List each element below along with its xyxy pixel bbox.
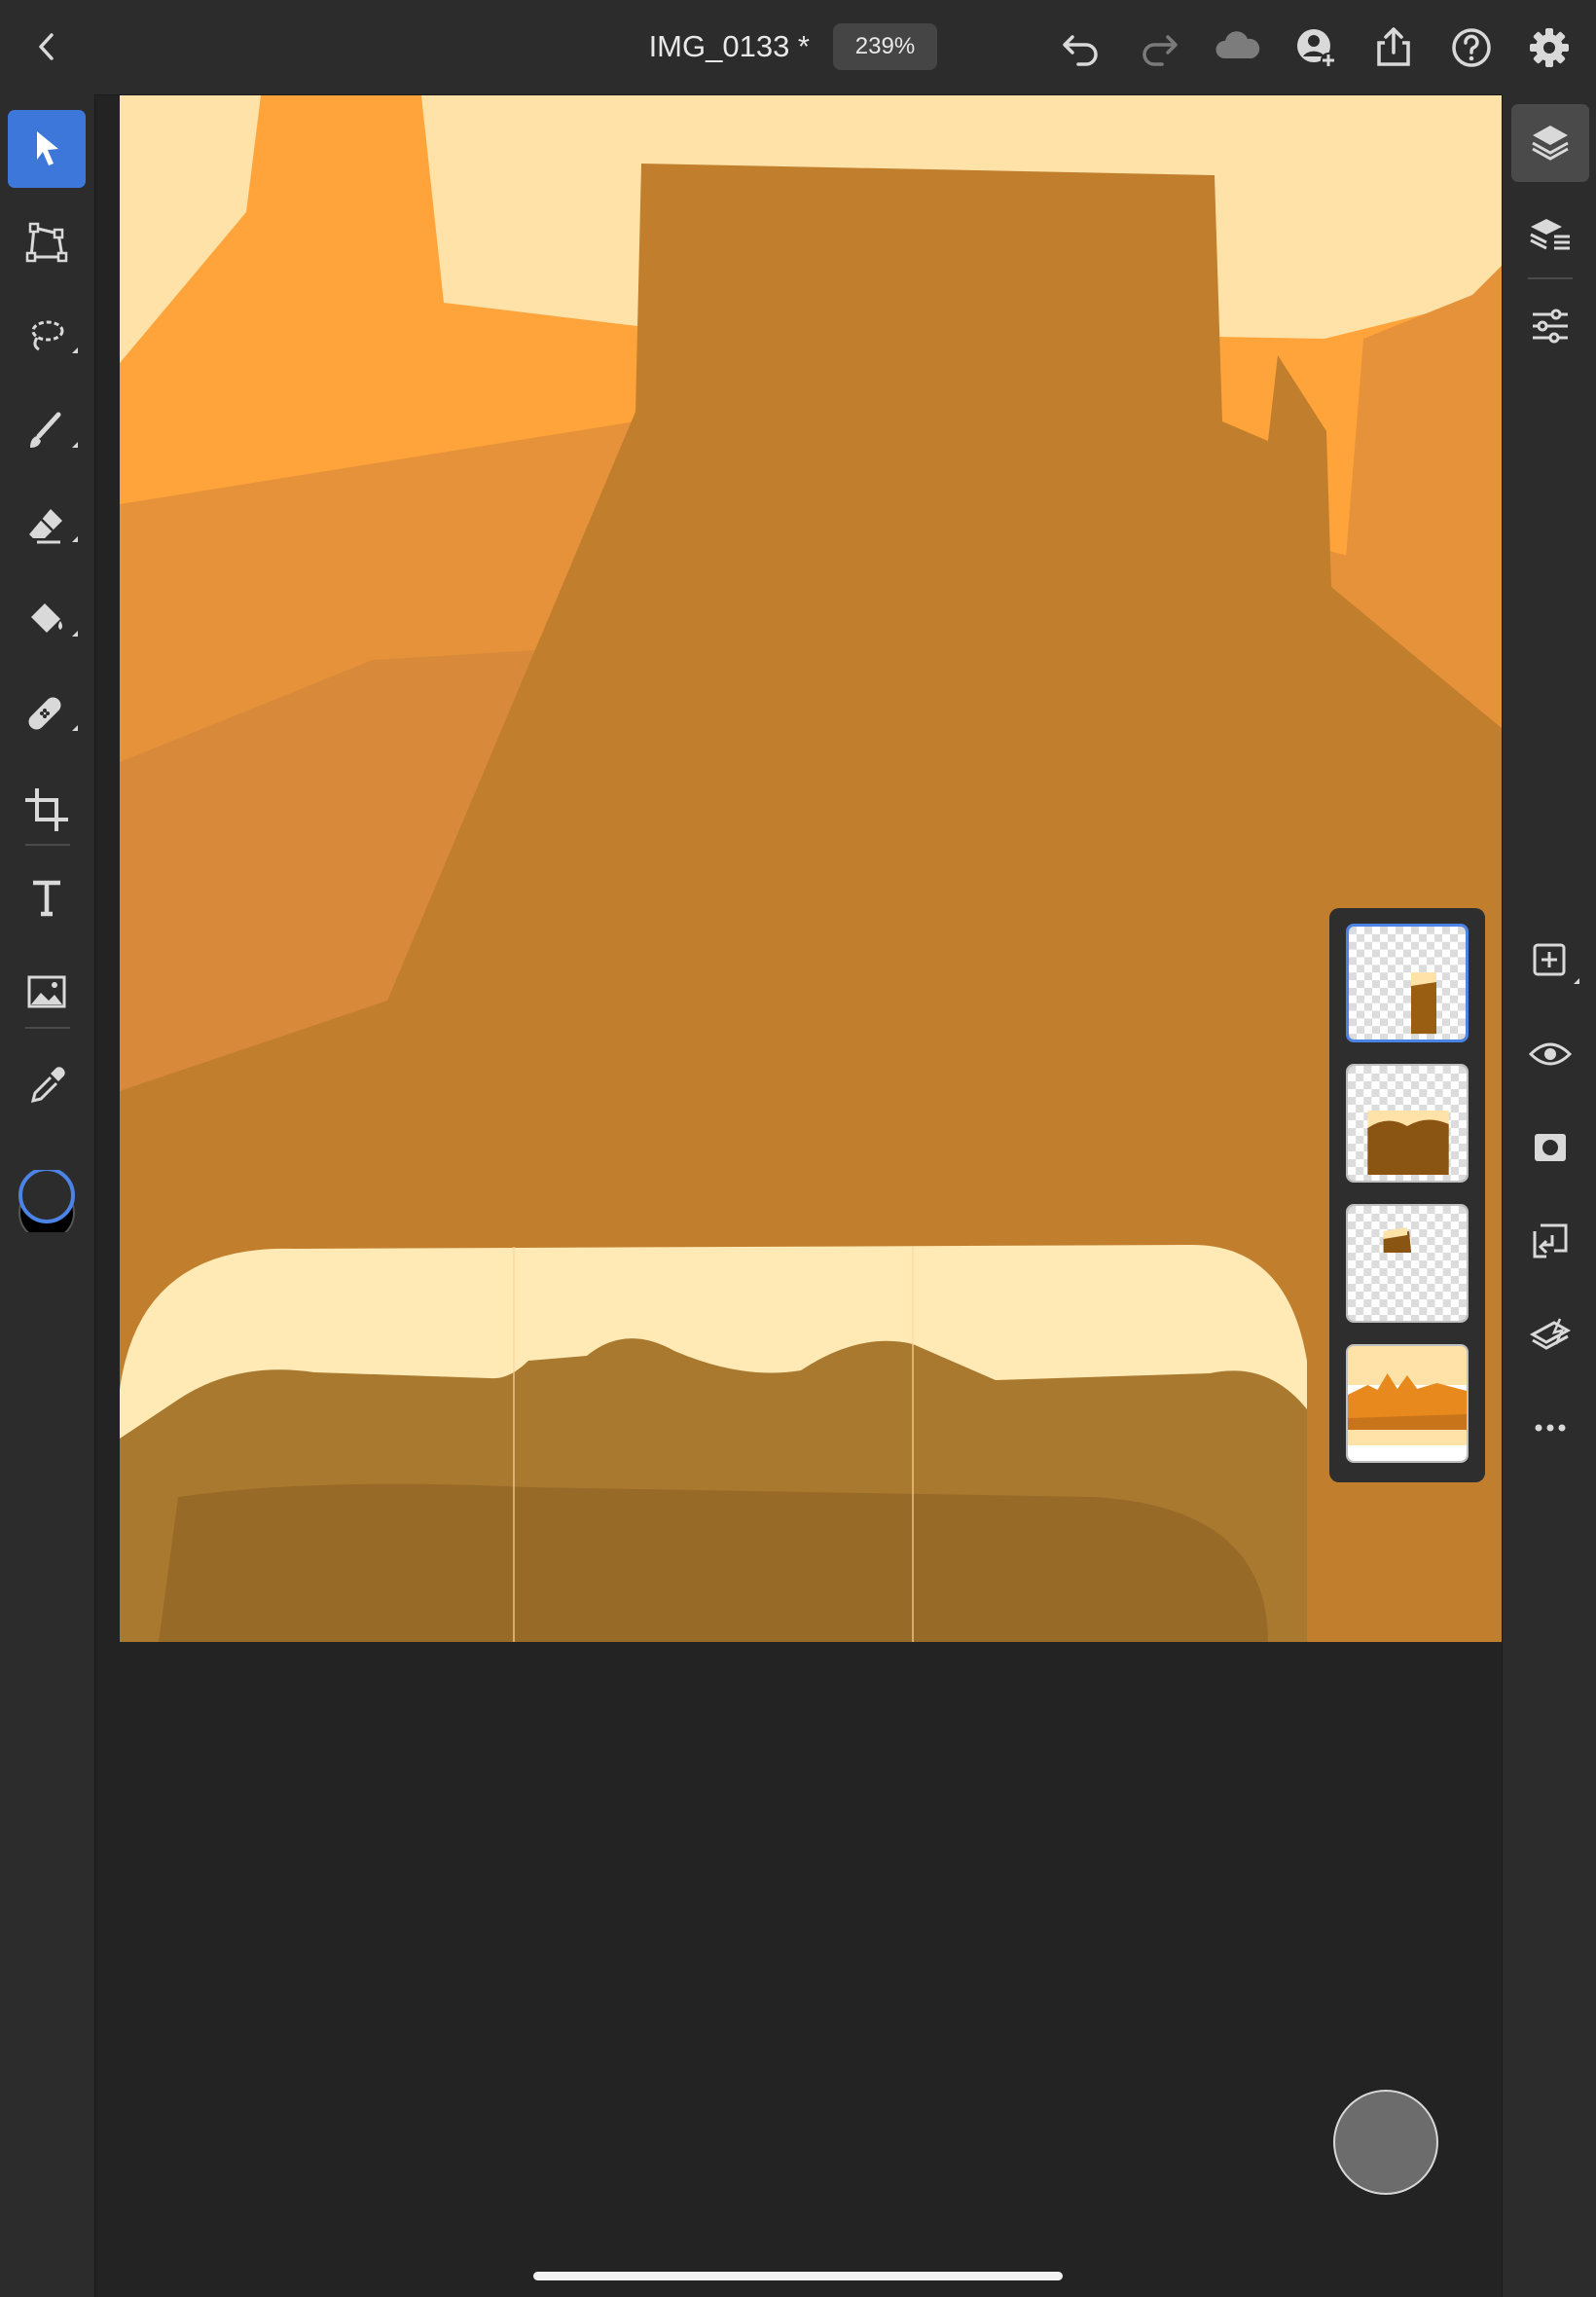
place-image-icon[interactable] — [8, 954, 86, 1032]
help-icon[interactable] — [1445, 21, 1498, 74]
settings-gear-icon[interactable] — [1523, 21, 1576, 74]
layer-thumbnail[interactable] — [1346, 1204, 1469, 1323]
undo-icon[interactable] — [1055, 21, 1107, 74]
artboard-canvas[interactable] — [120, 95, 1502, 1642]
visibility-eye-icon[interactable] — [1511, 1015, 1589, 1093]
title-area: IMG_0133 * — [0, 0, 1596, 94]
quick-action-button[interactable] — [1333, 2090, 1438, 2195]
layer-effects-icon[interactable] — [1511, 1295, 1589, 1373]
more-options-icon[interactable] — [1511, 1389, 1589, 1467]
toolbar-divider — [25, 844, 70, 846]
toolbar-divider — [25, 1027, 70, 1029]
type-tool-icon[interactable] — [8, 859, 86, 937]
clipping-mask-icon[interactable] — [1511, 1202, 1589, 1280]
back-icon[interactable] — [25, 25, 68, 68]
layers-strip — [1329, 908, 1485, 1482]
brush-tool-icon[interactable] — [8, 393, 86, 471]
layer-thumbnail[interactable] — [1346, 1344, 1469, 1463]
paint-bucket-icon[interactable] — [8, 582, 86, 660]
healing-brush-icon[interactable] — [8, 676, 86, 754]
zoom-level[interactable]: 239% — [833, 23, 937, 70]
right-toolbar — [1502, 94, 1596, 2297]
layer-thumbnail[interactable] — [1346, 924, 1469, 1042]
select-tool-icon[interactable] — [8, 110, 86, 188]
invite-user-icon[interactable] — [1289, 21, 1342, 74]
add-layer-icon[interactable] — [1511, 922, 1589, 1000]
layer-thumbnail[interactable] — [1346, 1064, 1469, 1183]
left-toolbar — [0, 94, 95, 2297]
crop-icon[interactable] — [8, 771, 86, 849]
document-name[interactable]: IMG_0133 * — [649, 29, 810, 64]
color-swatches[interactable] — [16, 1167, 78, 1241]
eyedropper-icon[interactable] — [8, 1046, 86, 1124]
top-toolbar: IMG_0133 * 239% — [0, 0, 1596, 95]
home-indicator — [533, 2272, 1063, 2280]
layers-icon[interactable] — [1511, 104, 1589, 182]
transform-tool-icon[interactable] — [8, 204, 86, 282]
lasso-tool-icon[interactable] — [8, 299, 86, 377]
layer-properties-icon[interactable] — [1511, 198, 1589, 275]
adjustments-sliders-icon[interactable] — [1511, 287, 1589, 365]
cloud-icon[interactable] — [1211, 21, 1263, 74]
share-icon[interactable] — [1367, 21, 1420, 74]
redo-icon[interactable] — [1133, 21, 1185, 74]
mask-icon[interactable] — [1511, 1109, 1589, 1186]
toolbar-divider — [1528, 277, 1573, 279]
eraser-tool-icon[interactable] — [8, 488, 86, 565]
